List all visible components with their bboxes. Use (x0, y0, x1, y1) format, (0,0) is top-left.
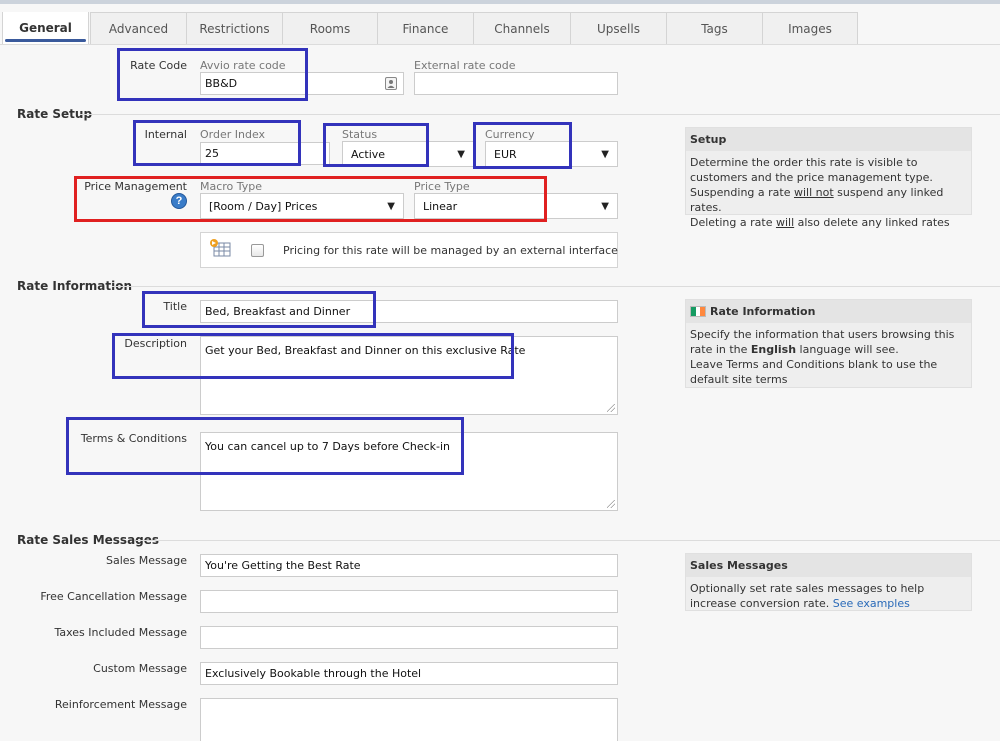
tab-finance[interactable]: Finance (377, 12, 474, 44)
setup-panel-body: Determine the order this rate is visible… (690, 156, 950, 229)
rate-information-panel-header: Rate Information (686, 300, 971, 323)
external-interface-box: Pricing for this rate will be managed by… (200, 232, 618, 268)
contact-card-icon[interactable] (385, 77, 397, 90)
sales-messages-panel: Sales Messages Optionally set rate sales… (685, 553, 972, 611)
tab-upsells[interactable]: Upsells (570, 12, 667, 44)
section-divider (112, 286, 1000, 287)
chevron-down-icon: ▼ (601, 148, 609, 160)
tab-channels[interactable]: Channels (473, 12, 571, 44)
free-cancellation-label: Free Cancellation Message (40, 590, 187, 603)
highlight-title (142, 291, 376, 328)
tab-advanced[interactable]: Advanced (90, 12, 187, 44)
top-border (0, 0, 1000, 4)
rate-information-panel-title: Rate Information (710, 305, 816, 318)
highlight-internal (133, 120, 301, 166)
section-divider (80, 114, 1000, 115)
rate-information-panel-body: Specify the information that users brows… (690, 328, 955, 386)
taxes-included-input[interactable] (200, 626, 618, 649)
external-interface-checkbox[interactable] (251, 244, 264, 257)
chevron-down-icon: ▼ (457, 148, 465, 160)
sales-message-label: Sales Message (106, 554, 187, 567)
see-examples-link[interactable]: See examples (833, 597, 910, 610)
highlight-price-management (74, 176, 547, 222)
external-rate-code-label: External rate code (414, 59, 516, 72)
tab-rooms[interactable]: Rooms (282, 12, 378, 44)
tab-general[interactable]: General (2, 12, 89, 44)
tab-tags[interactable]: Tags (666, 12, 763, 44)
external-rate-code-input[interactable] (414, 72, 618, 95)
section-divider (136, 540, 1000, 541)
reinforcement-message-textarea[interactable] (200, 698, 618, 741)
calendar-grid-icon (208, 238, 232, 258)
highlight-description (112, 333, 514, 379)
taxes-included-label: Taxes Included Message (54, 626, 187, 639)
tab-restrictions[interactable]: Restrictions (186, 12, 283, 44)
custom-message-input[interactable]: Exclusively Bookable through the Hotel (200, 662, 618, 685)
sales-message-input[interactable]: You're Getting the Best Rate (200, 554, 618, 577)
rate-information-panel: Rate Information Specify the information… (685, 299, 972, 388)
highlight-terms (66, 417, 464, 475)
external-interface-text: Pricing for this rate will be managed by… (283, 244, 618, 257)
setup-panel-title: Setup (686, 128, 971, 151)
ireland-flag-icon (690, 306, 706, 317)
chevron-down-icon: ▼ (601, 200, 609, 212)
setup-panel: Setup Determine the order this rate is v… (685, 127, 972, 229)
resize-handle[interactable] (607, 404, 615, 412)
sales-messages-panel-title: Sales Messages (686, 554, 971, 577)
tab-bar: General Advanced Restrictions Rooms Fina… (0, 8, 1000, 46)
tab-images[interactable]: Images (762, 12, 858, 44)
sales-messages-panel-body: Optionally set rate sales messages to he… (690, 582, 925, 610)
highlight-status (323, 123, 429, 167)
free-cancellation-input[interactable] (200, 590, 618, 613)
reinforcement-message-label: Reinforcement Message (54, 698, 187, 711)
tab-divider (0, 44, 1000, 45)
custom-message-label: Custom Message (93, 662, 187, 675)
resize-handle[interactable] (607, 500, 615, 508)
highlight-currency (473, 122, 572, 169)
highlight-rate-code (117, 48, 308, 101)
